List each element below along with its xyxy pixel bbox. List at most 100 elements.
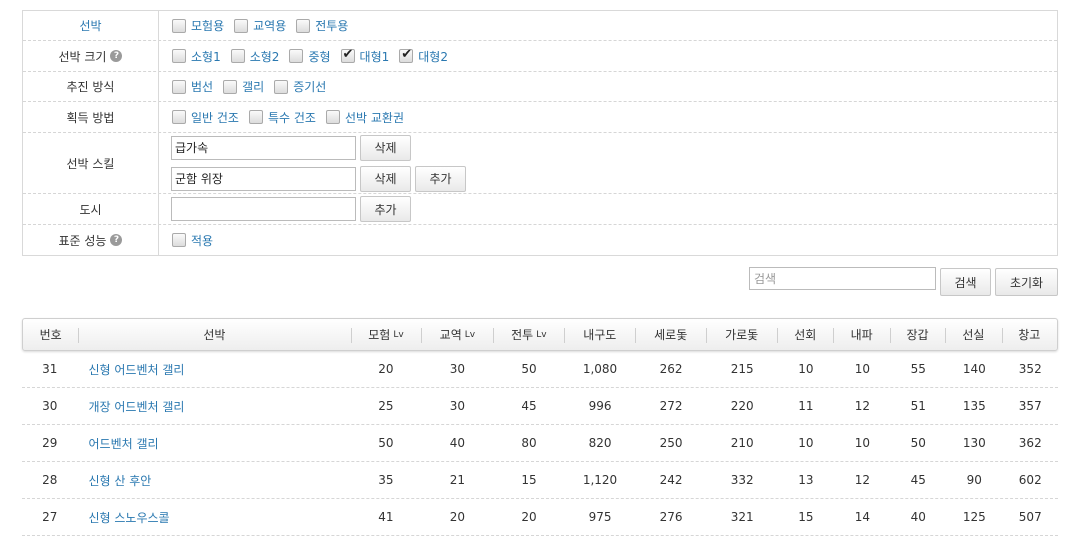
- delete-skill-button[interactable]: 삭제: [360, 134, 411, 161]
- table-row[interactable]: 30 개장 어드벤처 갤리 25 30 45 996 272 220 11 12 51 135 357: [22, 388, 1058, 425]
- header-wave-resistance[interactable]: 내파: [833, 319, 889, 350]
- reset-button[interactable]: 초기화: [995, 268, 1058, 296]
- checkbox-box[interactable]: [172, 110, 186, 124]
- question-circle-icon[interactable]: ?: [110, 50, 123, 62]
- checkbox-label: 중형: [308, 49, 331, 64]
- checkbox-adventure[interactable]: 모험용: [172, 17, 224, 34]
- table-cell: 332: [730, 473, 754, 487]
- checkbox-large2[interactable]: 대형2: [399, 47, 448, 65]
- table-cell: 12: [854, 399, 870, 413]
- acquisition-label: 획득 방법: [23, 102, 159, 132]
- table-row[interactable]: 31 신형 어드벤처 갤리 20 30 50 1,080 262 215 10 10 55 140 35…: [22, 351, 1058, 388]
- checkbox-small1[interactable]: 소형1: [172, 48, 221, 65]
- checkbox-normal-build[interactable]: 일반 건조: [172, 109, 239, 126]
- checkbox-box[interactable]: [172, 79, 186, 94]
- question-circle-icon[interactable]: ?: [110, 234, 123, 246]
- checkbox-box[interactable]: [340, 47, 355, 63]
- header-turning[interactable]: 선회: [777, 319, 833, 350]
- add-skill-button[interactable]: 추가: [415, 165, 466, 192]
- checkbox-box[interactable]: [223, 79, 238, 94]
- search-input[interactable]: 검색: [749, 267, 936, 290]
- checkbox-label: 전투용: [315, 19, 349, 33]
- checkbox-trade[interactable]: 교역용: [234, 17, 286, 34]
- table-cell: 30: [449, 399, 466, 413]
- checkbox-box[interactable]: [172, 233, 186, 247]
- table-cell: 321: [730, 510, 754, 524]
- table-cell: 272: [659, 399, 683, 413]
- table-cell: 1,080: [582, 362, 618, 376]
- header-horizontal-sail[interactable]: 가로돛: [706, 319, 777, 350]
- table-cell: 242: [659, 473, 683, 487]
- city-input[interactable]: [171, 197, 356, 221]
- ship-name-link[interactable]: 개장 어드벤처 갤리: [77, 388, 350, 424]
- header-durability[interactable]: 내구도: [564, 319, 635, 350]
- table-cell: 140: [962, 362, 986, 376]
- acquisition-options: 일반 건조 특수 건조 선박 교환권: [159, 102, 1057, 132]
- table-row[interactable]: 29 어드벤처 갤리 50 40 80 820 250 210 10 10 50 130 362: [22, 425, 1058, 462]
- checkbox-apply[interactable]: 적용: [172, 232, 213, 249]
- table-cell: 29: [42, 436, 58, 450]
- delete-skill-button[interactable]: 삭제: [360, 165, 411, 192]
- checkbox-box[interactable]: [289, 49, 304, 63]
- ship-type-label: 선박: [23, 11, 159, 40]
- header-text: 교역: [439, 328, 462, 342]
- ship-name-link[interactable]: 신형 스노우스콜: [77, 499, 350, 535]
- add-city-button[interactable]: 추가: [360, 196, 411, 222]
- header-ship[interactable]: 선박: [78, 319, 350, 350]
- table-cell: 21: [449, 473, 466, 487]
- table-cell: 130: [962, 436, 986, 450]
- table-row[interactable]: 28 신형 산 후안 35 21 15 1,120 242 332 13 12 45 90 602: [22, 462, 1058, 499]
- skill-entry: 군함 위장 삭제 추가: [171, 165, 466, 192]
- header-battle-lv[interactable]: 전투 Lv: [493, 319, 564, 350]
- header-vertical-sail[interactable]: 세로돛: [635, 319, 706, 350]
- checkbox-box[interactable]: [274, 79, 289, 94]
- header-number[interactable]: 번호: [23, 319, 78, 350]
- table-cell: 51: [910, 399, 926, 413]
- table-cell: 362: [1018, 436, 1042, 450]
- table-cell: 820: [588, 436, 612, 450]
- skill-input[interactable]: 군함 위장: [171, 166, 356, 191]
- header-trade-lv[interactable]: 교역 Lv: [421, 319, 493, 350]
- header-cabin[interactable]: 선실: [945, 319, 1001, 350]
- checkbox-medium[interactable]: 중형: [289, 48, 331, 65]
- lv-suffix: Lv: [393, 329, 404, 340]
- table-cell: 15: [798, 510, 814, 524]
- checkbox-large1[interactable]: 대형1: [340, 47, 389, 65]
- checkbox-box[interactable]: [172, 49, 186, 63]
- checkbox-box[interactable]: [172, 18, 186, 33]
- checkbox-box[interactable]: [399, 47, 414, 63]
- ship-name-link[interactable]: 신형 어드벤처 갤리: [77, 351, 350, 387]
- table-cell: 10: [854, 362, 870, 376]
- ship-type-options: 모험용 교역용 전투용: [159, 11, 1057, 40]
- table-cell: 12: [854, 473, 870, 487]
- table-cell: 40: [910, 510, 926, 524]
- header-armor[interactable]: 장갑: [889, 319, 945, 350]
- checkbox-box[interactable]: [325, 110, 340, 124]
- header-storage[interactable]: 창고: [1001, 319, 1057, 350]
- checkbox-box[interactable]: [234, 18, 249, 33]
- header-adventure-lv[interactable]: 모험 Lv: [350, 319, 422, 350]
- table-cell: 35: [378, 473, 394, 487]
- checkbox-box[interactable]: [230, 49, 245, 63]
- checkbox-sail[interactable]: 범선: [172, 78, 213, 95]
- table-row[interactable]: 27 신형 스노우스콜 41 20 20 975 276 321 15 14 40 125 507: [22, 499, 1058, 536]
- table-cell: 20: [521, 510, 537, 524]
- skill-input[interactable]: 급가속: [171, 135, 356, 160]
- checkbox-special-build[interactable]: 특수 건조: [248, 109, 316, 126]
- table-cell: 27: [42, 510, 58, 524]
- checkbox-box[interactable]: [248, 110, 263, 124]
- lv-suffix: Lv: [464, 329, 476, 340]
- checkbox-box[interactable]: [296, 18, 311, 33]
- checkbox-battle[interactable]: 전투용: [296, 17, 348, 34]
- table-cell: 10: [798, 362, 814, 376]
- filter-row-acquisition: 획득 방법 일반 건조 특수 건조 선박 교환권: [23, 102, 1057, 133]
- checkbox-small2[interactable]: 소형2: [230, 48, 279, 65]
- table-cell: 250: [659, 436, 683, 450]
- checkbox-steam[interactable]: 증기선: [274, 78, 326, 95]
- checkbox-galley[interactable]: 갤리: [223, 78, 264, 95]
- ship-name-link[interactable]: 신형 산 후안: [77, 462, 350, 498]
- search-button[interactable]: 검색: [940, 268, 991, 296]
- table-cell: 1,120: [582, 473, 618, 487]
- ship-name-link[interactable]: 어드벤처 갤리: [77, 425, 350, 461]
- checkbox-ship-voucher[interactable]: 선박 교환권: [325, 109, 404, 126]
